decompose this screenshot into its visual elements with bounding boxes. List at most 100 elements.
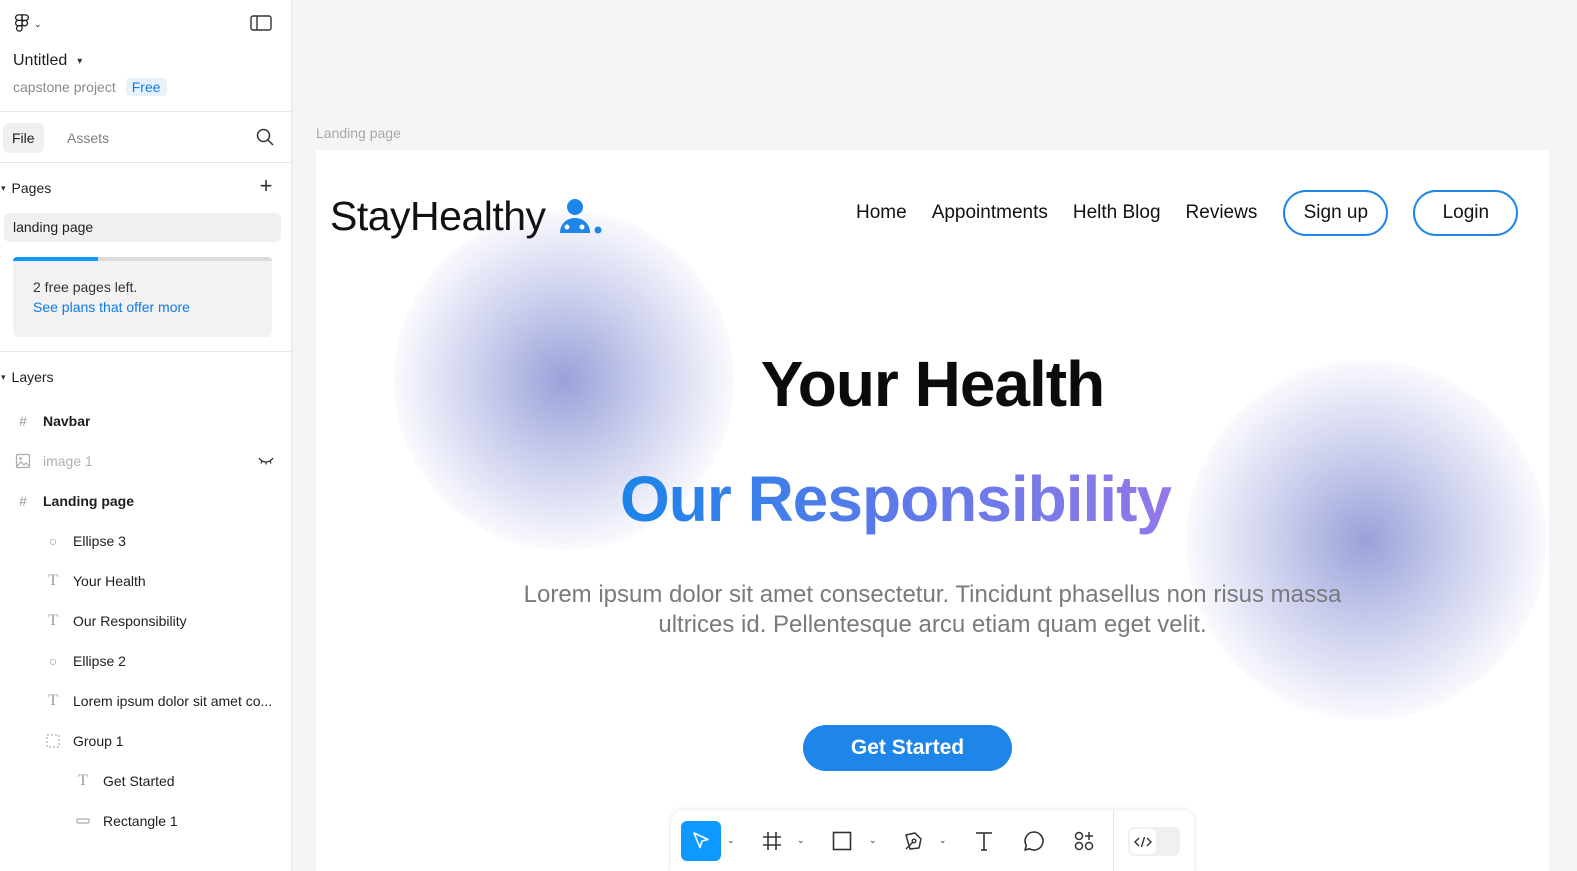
doctor-icon [559,198,602,233]
actions-tool[interactable] [1071,821,1097,861]
nav-reviews[interactable]: Reviews [1186,202,1258,224]
chevron-down-icon[interactable]: ⌄ [869,835,877,846]
layer-name: Ellipse 3 [73,533,126,549]
group-icon [44,732,62,750]
search-icon [256,128,274,146]
text-icon: T [48,692,58,709]
nav-home[interactable]: Home [856,202,907,224]
layer-name: Your Health [73,573,146,589]
actions-icon [1074,831,1094,851]
layer-name: Group 1 [73,733,124,749]
brand-logo: StayHealthy [330,193,604,240]
add-page-button[interactable]: + [256,175,276,199]
layers-header[interactable]: ▾ Layers [0,364,291,390]
project-name[interactable]: capstone project [13,79,116,95]
comment-icon [1024,831,1044,851]
layers-header-label: Layers [11,369,54,385]
rectangle-tool[interactable] [829,821,855,861]
pages-header[interactable]: ▾ Pages + [0,175,291,201]
hero-description: Lorem ipsum dolor sit amet consectetur. … [523,581,1342,638]
canvas[interactable]: Landing page StayHealthy Home Appointmen… [292,0,1577,871]
frame-icon: # [19,413,27,429]
frame-icon [763,832,781,850]
sidebar-tabs: File Assets [0,112,291,163]
plan-badge: Free [125,78,167,96]
layer-ellipse-3[interactable]: ○ Ellipse 3 [0,522,291,560]
hero-title-our-responsibility: Our Responsibility [620,462,1210,536]
tab-file[interactable]: File [3,123,44,153]
hidden-eye-icon[interactable] [258,454,274,468]
layer-image-1[interactable]: image 1 [0,442,291,480]
comment-tool[interactable] [1021,821,1047,861]
project-line: capstone project Free [13,78,167,96]
bottom-toolbar: ⌄ ⌄ ⌄ ⌄ [671,810,1194,871]
pen-tool[interactable] [901,821,927,861]
text-icon [976,832,992,851]
code-icon [1134,836,1152,847]
layer-name: image 1 [43,453,93,469]
panel-toggle-icon [250,15,272,31]
rectangle-icon [832,831,852,851]
layer-name: Rectangle 1 [103,813,178,829]
signup-button[interactable]: Sign up [1283,190,1389,236]
layer-our-responsibility[interactable]: T Our Responsibility [0,602,291,640]
layer-name: Ellipse 2 [73,653,126,669]
sidebar-toggle-button[interactable] [250,14,272,32]
search-button[interactable] [255,127,275,147]
figma-logo-icon [15,14,29,32]
hero-title-wrap: Our Responsibility [620,462,1210,542]
upgrade-plans-link[interactable]: See plans that offer more [33,299,190,315]
layer-get-started[interactable]: T Get Started [0,762,291,800]
nav-appointments[interactable]: Appointments [932,202,1048,224]
page-item-landing-page[interactable]: landing page [4,213,281,242]
toolbar-separator [1113,810,1114,871]
chevron-down-icon[interactable]: ⌄ [727,835,735,846]
landing-page-frame[interactable]: StayHealthy Home Appointments Helth Blog… [316,150,1549,871]
layer-name: Lorem ipsum dolor sit amet co... [73,693,273,709]
file-header: ⌄ Untitled ▾ capstone project Free [0,0,291,112]
pen-icon [905,832,922,850]
rectangle-icon [74,812,92,830]
frame-label[interactable]: Landing page [316,125,401,141]
main-menu-button[interactable]: ⌄ [14,13,50,35]
chevron-down-icon: ▾ [1,371,6,382]
move-tool[interactable] [681,821,721,861]
page-quota-card: 2 free pages left. See plans that offer … [13,257,272,337]
chevron-down-icon[interactable]: ⌄ [939,835,947,846]
frame-tool[interactable] [759,821,785,861]
layer-rectangle-1[interactable]: Rectangle 1 [0,802,291,840]
layer-landing-page[interactable]: # Landing page [0,482,291,520]
chevron-down-icon[interactable]: ⌄ [797,835,805,846]
pages-section: ▾ Pages + landing page 2 free pages left… [0,163,291,352]
tab-assets[interactable]: Assets [58,123,118,153]
layer-ellipse-2[interactable]: ○ Ellipse 2 [0,642,291,680]
chevron-down-icon: ▾ [77,55,83,67]
hero-title-your-health: Your Health [760,348,1105,420]
layer-group-1[interactable]: Group 1 [0,722,291,760]
left-sidebar: ⌄ Untitled ▾ capstone project Free File … [0,0,292,871]
layer-name: Navbar [43,413,91,429]
pointer-icon [693,832,709,849]
text-icon: T [48,572,58,589]
get-started-button[interactable]: Get Started [803,725,1012,771]
chevron-down-icon: ⌄ [34,18,42,29]
quota-progress-bar [13,257,272,261]
nav-health-blog[interactable]: Helth Blog [1073,202,1161,224]
ellipse-icon: ○ [48,653,58,669]
navbar: Home Appointments Helth Blog Reviews Sig… [856,190,1519,236]
layer-name: Our Responsibility [73,613,187,629]
frame-icon: # [19,493,27,509]
image-icon [14,452,32,470]
layer-name: Get Started [103,773,175,789]
file-title-text: Untitled [13,52,68,69]
brand-name: StayHealthy [330,193,546,239]
login-button[interactable]: Login [1413,190,1519,236]
layer-lorem-ipsum[interactable]: T Lorem ipsum dolor sit amet co... [0,682,291,720]
file-title[interactable]: Untitled ▾ [13,52,82,70]
layer-navbar[interactable]: # Navbar [0,402,291,440]
text-tool[interactable] [971,821,997,861]
layer-your-health[interactable]: T Your Health [0,562,291,600]
text-icon: T [48,612,58,629]
dev-mode-toggle[interactable] [1128,827,1180,856]
layers-section: ▾ Layers # Navbar image 1 # Landing page… [0,352,291,871]
